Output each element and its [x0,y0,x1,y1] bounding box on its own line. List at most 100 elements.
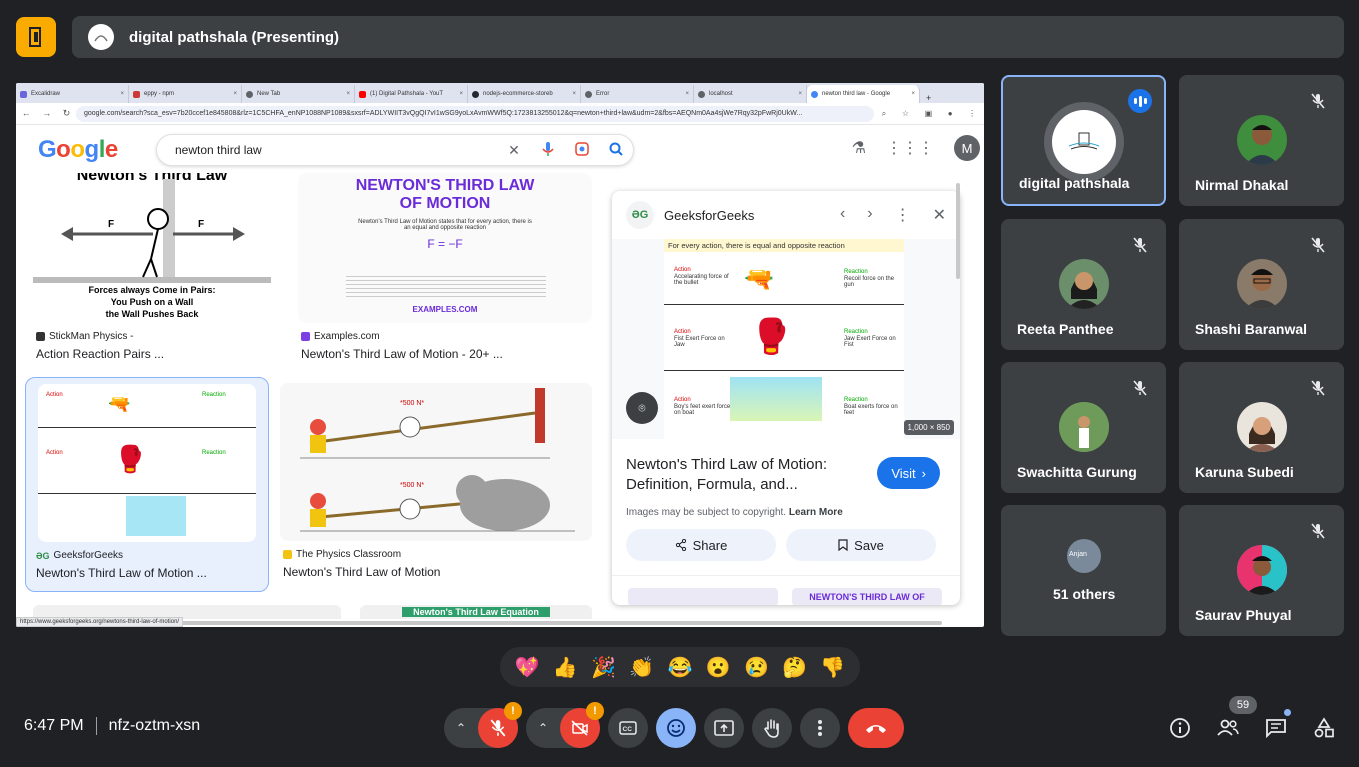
lens-icon[interactable]: ⌾ [626,392,658,424]
related-peek[interactable] [628,588,778,605]
participant-tile[interactable]: Nirmal Dhakal [1179,75,1344,206]
clear-icon[interactable]: ✕ [497,142,531,159]
flask-icon[interactable]: ⚗ [852,138,866,158]
image-result[interactable]: *500 N* *500 N* The Physics Classroom Ne… [280,383,592,583]
participant-tile[interactable]: digital pathshala [1001,75,1166,206]
thumbs-up-reaction[interactable]: 👍 [553,655,578,680]
surprised-reaction[interactable]: 😮 [706,655,731,680]
result-thumbnail[interactable]: NEWTON'S THIRD LAW OF MOTION Newton's Th… [298,173,592,323]
browser-tab[interactable]: New Tab × [242,85,355,103]
tab-label: Error [596,91,610,97]
panel-preview-image[interactable]: For every action, there is equal and opp… [612,239,960,439]
share-button[interactable]: Share [626,529,776,561]
heart-reaction[interactable]: 💖 [515,655,540,680]
browser-tab-active[interactable]: newton third law - Google × [807,85,920,103]
result-title[interactable]: Newton's Third Law of Motion - 20+ ... [301,347,503,361]
close-icon[interactable]: × [685,91,689,97]
panel-source[interactable]: GeeksforGeeks [664,208,754,223]
thinking-reaction[interactable]: 🤔 [782,655,807,680]
close-icon[interactable]: × [798,91,802,97]
voice-search-icon[interactable] [531,141,565,159]
close-icon[interactable]: × [120,91,124,97]
result-title[interactable]: Newton's Third Law of Motion [283,565,440,579]
party-reaction[interactable]: 🎉 [591,655,616,680]
close-icon[interactable]: × [346,91,350,97]
visit-button[interactable]: Visit › [877,457,940,489]
chevron-up-icon[interactable]: ⌃ [444,721,478,735]
vertical-scrollbar[interactable] [956,183,960,279]
apps-grid-icon[interactable]: ⋮⋮⋮ [886,138,934,158]
clap-reaction[interactable]: 👏 [629,655,654,680]
forward-icon[interactable]: → [42,108,51,119]
image-result[interactable]: Newton's Third Law F F Forces always Com… [33,173,271,363]
account-avatar[interactable]: M [954,135,980,161]
more-options-button[interactable] [800,708,840,748]
more-vert-icon[interactable]: ⋮ [895,205,911,225]
chevron-right-icon[interactable]: › [867,205,872,225]
browser-tab[interactable]: (1) Digital Pathshala - YouT × [355,85,468,103]
browser-tab[interactable]: eppy - npm × [129,85,242,103]
participant-tile[interactable]: Karuna Subedi [1179,362,1344,493]
thumbs-down-reaction[interactable]: 👎 [820,655,845,680]
chat-button[interactable] [1261,709,1291,743]
close-icon[interactable]: × [572,91,576,97]
bookmark-star-icon[interactable]: ☆ [902,109,909,119]
participant-tile[interactable]: Reeta Panthee [1001,219,1166,350]
related-peek[interactable]: NEWTON'S THIRD LAW OF [792,588,942,605]
sad-reaction[interactable]: 😢 [744,655,769,680]
present-button[interactable] [704,708,744,748]
participant-tile[interactable]: Saurav Phuyal [1179,505,1344,636]
others-tile[interactable]: Anjan 51 others [1001,505,1166,636]
emoji-button[interactable] [656,708,696,748]
menu-dots-icon[interactable]: ⋮ [968,109,976,119]
search-icon[interactable] [599,142,633,159]
result-thumbnail[interactable]: Newton's Third Law F F Forces always Com… [33,173,271,323]
result-title[interactable]: Action Reaction Pairs ... [36,347,164,361]
search-query[interactable]: newton third law [175,143,497,157]
result-thumbnail[interactable]: *500 N* *500 N* [280,383,592,541]
back-icon[interactable]: ← [22,108,31,119]
result-thumbnail[interactable]: Action Reaction 🔫 Action Reaction 🥊 [38,384,256,542]
participant-name: Shashi Baranwal [1195,321,1308,337]
browser-tab[interactable]: nodejs-ecommerce-storeb × [468,85,581,103]
result-title[interactable]: Newton's Third Law of Motion ... [36,566,207,580]
url-field[interactable]: google.com/search?sca_esv=7b20ccef1e8458… [76,105,874,122]
close-icon[interactable]: × [911,91,915,97]
laugh-reaction[interactable]: 😂 [668,655,693,680]
browser-tab[interactable]: localhost × [694,85,807,103]
zoom-icon[interactable]: ⌕ [882,109,886,119]
panel-title[interactable]: Newton's Third Law of Motion: Definition… [626,455,846,495]
reload-icon[interactable]: ↻ [63,108,71,119]
extensions-icon[interactable]: ▣ [925,109,933,119]
camera-toggle-button[interactable]: ! [560,702,604,748]
google-search-box[interactable]: newton third law ✕ [156,134,634,166]
close-icon[interactable]: × [233,91,237,97]
mic-toggle-button[interactable]: ! [478,702,522,748]
image-result-selected[interactable]: Action Reaction 🔫 Action Reaction 🥊 ƏG Geeksf… [25,377,269,592]
learn-more-link[interactable]: Learn More [789,507,843,518]
browser-tab[interactable]: Excalidraw × [16,85,129,103]
thumbnail-row: Action Reaction 🥊 [38,430,256,494]
new-tab-button[interactable]: + [920,93,937,103]
chevron-left-icon[interactable]: ‹ [840,205,845,225]
raise-hand-button[interactable] [752,708,792,748]
meeting-details-button[interactable] [1165,713,1195,743]
lens-search-icon[interactable] [565,141,599,159]
participant-tile[interactable]: Swachitta Gurung [1001,362,1166,493]
activities-button[interactable] [1309,713,1339,743]
browser-tab[interactable]: Error × [581,85,694,103]
chevron-up-icon[interactable]: ⌃ [526,721,560,735]
google-logo[interactable]: Google [38,136,118,164]
participant-tile[interactable]: Shashi Baranwal [1179,219,1344,350]
end-call-button[interactable] [848,708,904,748]
image-result[interactable]: NEWTON'S THIRD LAW OF MOTION Newton's Th… [298,173,592,363]
people-button[interactable] [1213,713,1243,743]
image-result-peek[interactable]: Newton's Third Law Equation [360,605,592,619]
source-name: StickMan Physics - [49,331,134,342]
close-icon[interactable]: × [459,91,463,97]
captions-button[interactable]: CC [608,708,648,748]
save-button[interactable]: Save [786,529,936,561]
close-icon[interactable]: ✕ [933,205,946,225]
profile-icon[interactable]: ● [948,109,953,119]
meeting-logo-button[interactable] [16,17,56,57]
